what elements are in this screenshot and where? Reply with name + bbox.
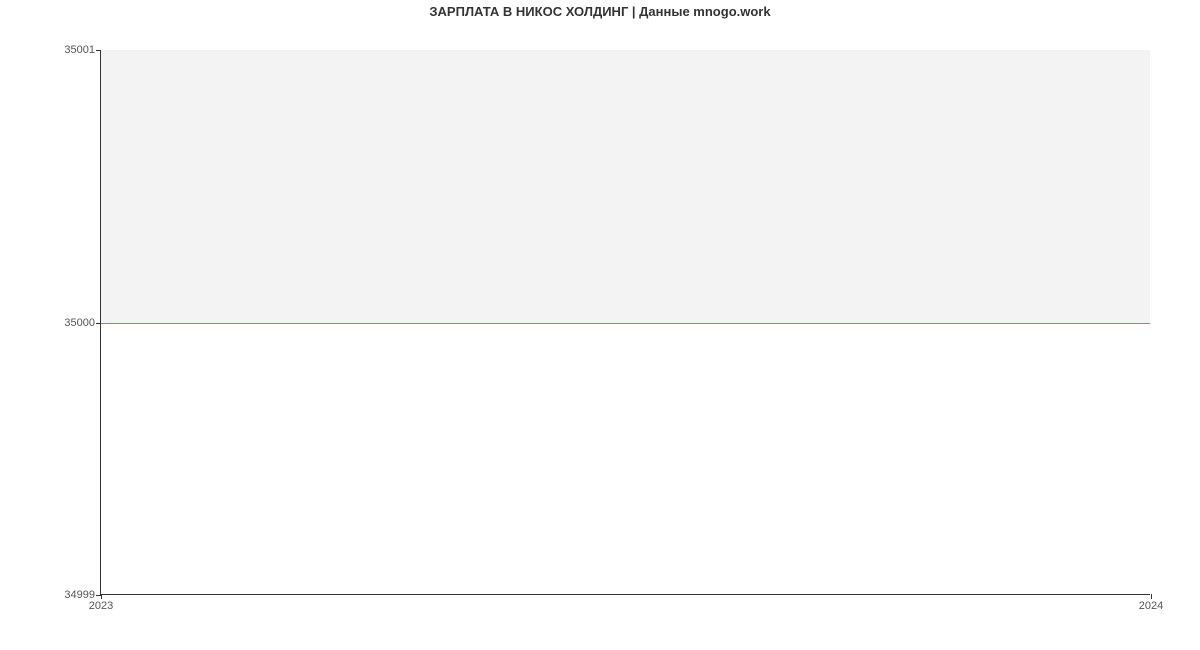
x-tick-mark [1151,594,1152,599]
x-tick-label: 2024 [1139,600,1163,612]
y-tick-mark [96,323,101,324]
y-tick-label: 35000 [64,317,95,329]
chart-title: ЗАРПЛАТА В НИКОС ХОЛДИНГ | Данные mnogo.… [0,4,1200,19]
plot-band-upper [101,50,1150,323]
y-tick-mark [96,50,101,51]
y-tick-label: 35001 [64,44,95,56]
x-tick-mark [101,594,102,599]
x-tick-label: 2023 [89,600,113,612]
plot-area: 35001 35000 34999 2023 2024 [100,50,1150,595]
data-line [101,323,1150,324]
